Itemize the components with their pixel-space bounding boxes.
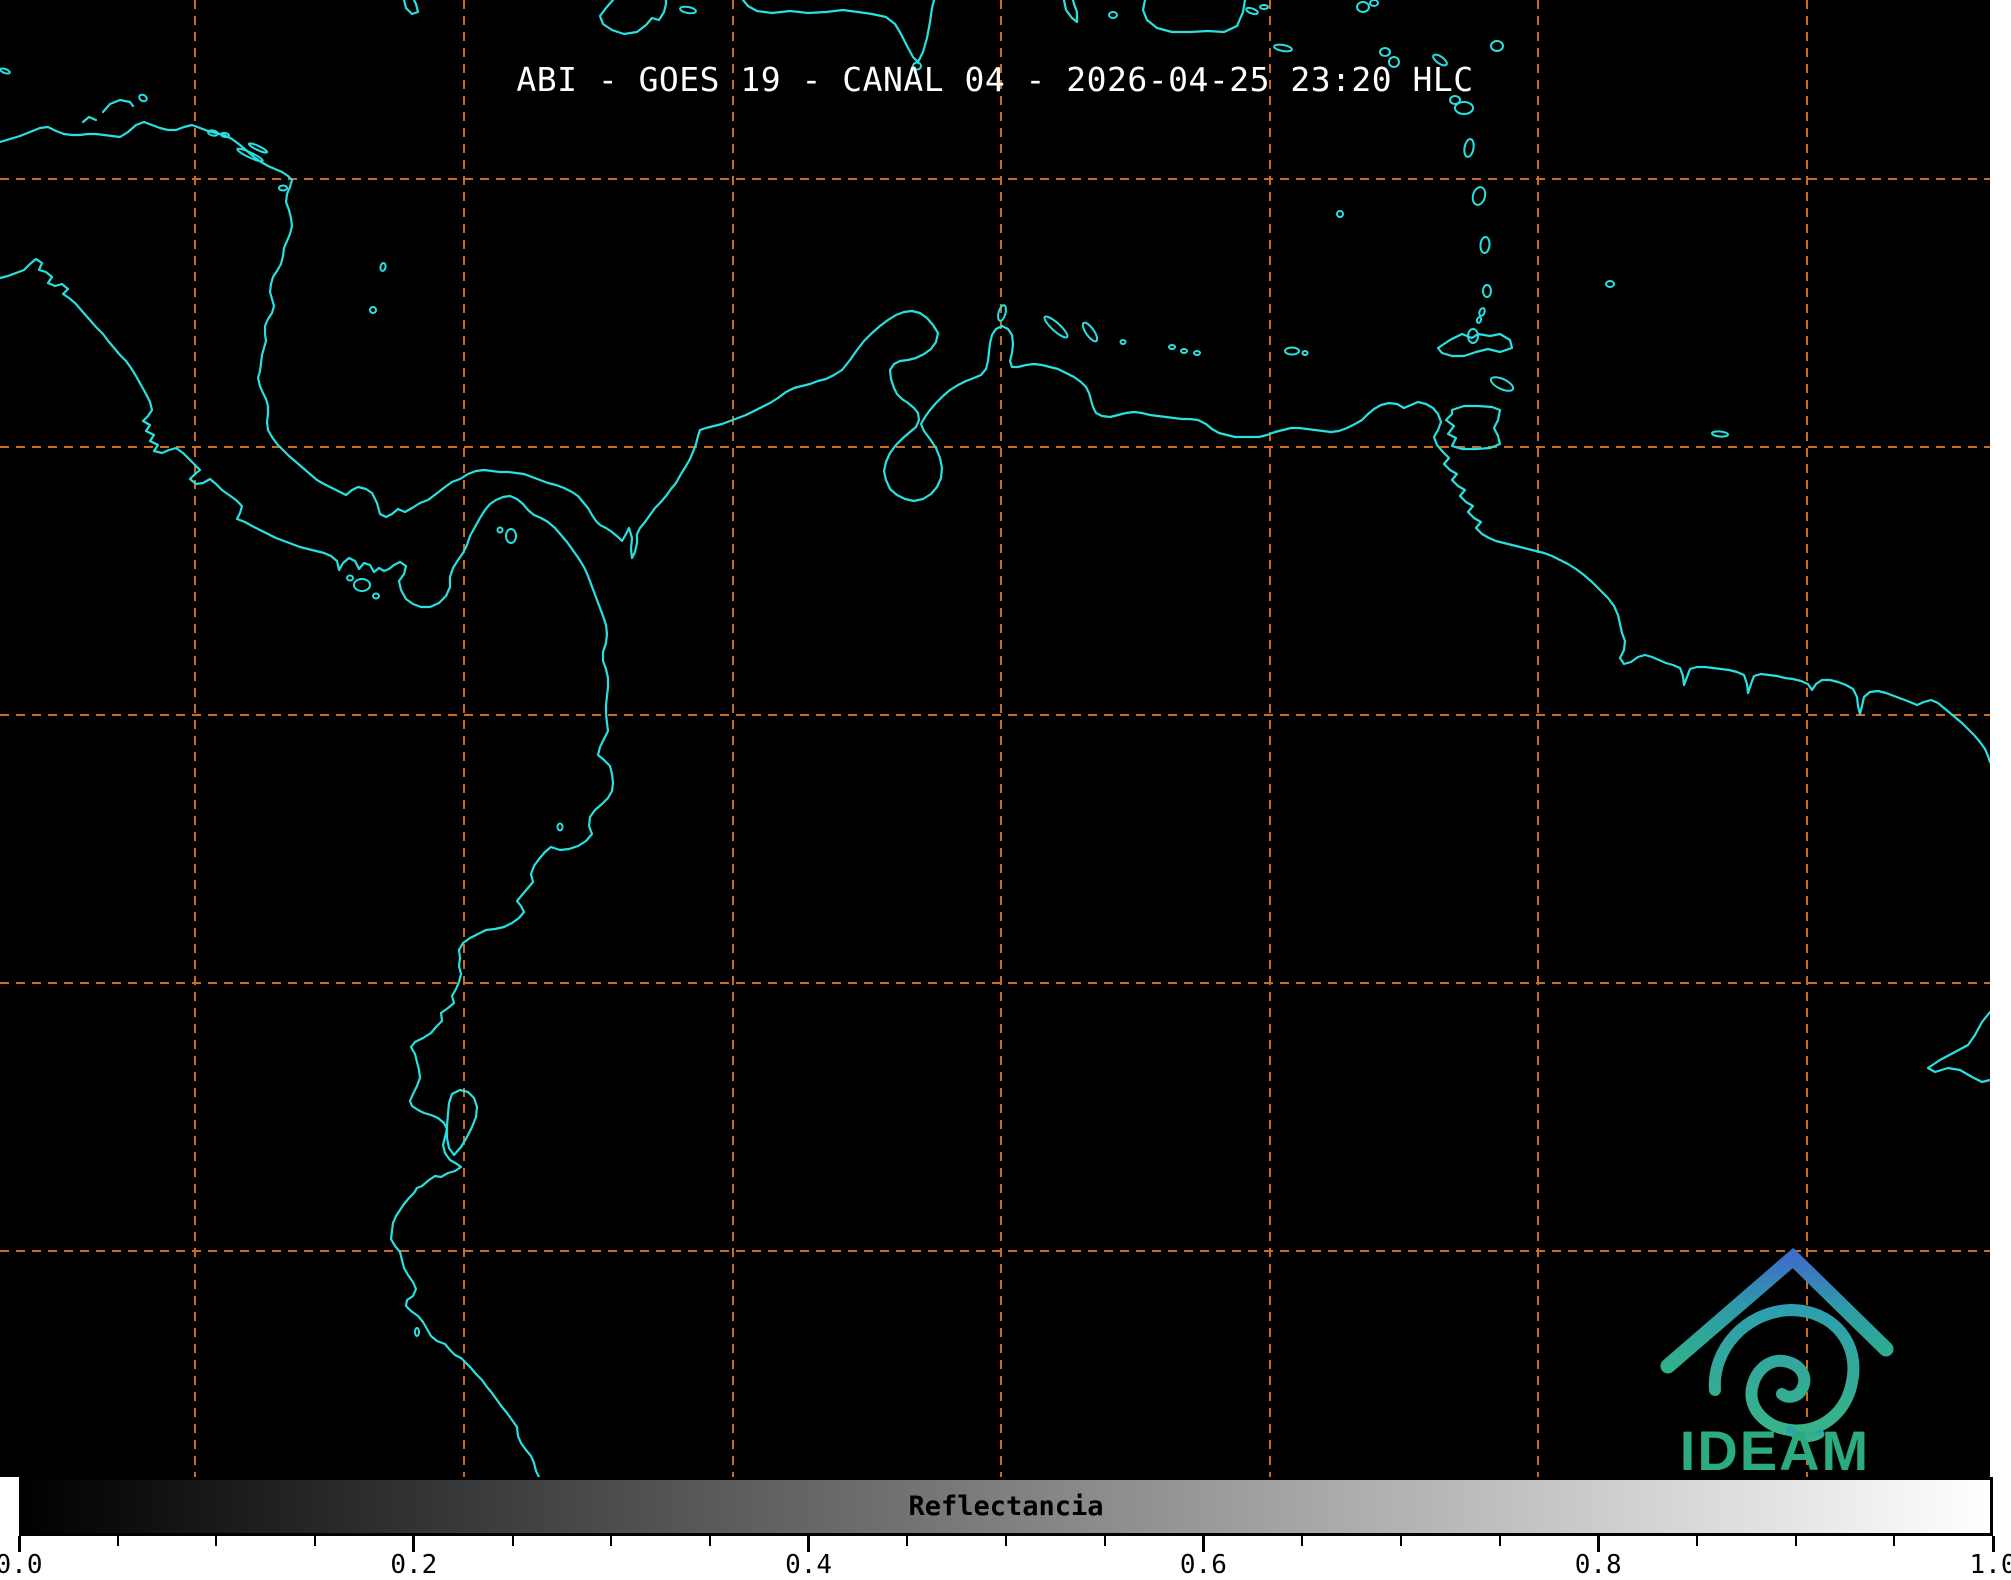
colorbar-tick-label: 0.8 xyxy=(1575,1550,1622,1580)
reflectance-colorbar: Reflectancia xyxy=(19,1477,1993,1536)
ideam-logo: IDEAM xyxy=(1640,1240,1920,1477)
colorbar-axis: 0.00.20.40.60.81.0 xyxy=(19,1536,1993,1577)
colorbar-minor-tick xyxy=(610,1536,612,1546)
colorbar-minor-tick xyxy=(1005,1536,1007,1546)
colorbar-minor-tick xyxy=(1499,1536,1501,1546)
colorbar-tick-label: 0.6 xyxy=(1180,1550,1227,1580)
colorbar-minor-tick xyxy=(117,1536,119,1546)
colorbar-tick-label: 0.2 xyxy=(390,1550,437,1580)
colorbar-tick-label: 0.4 xyxy=(785,1550,832,1580)
colorbar-tick-label: 0.0 xyxy=(0,1550,42,1580)
colorbar-minor-tick xyxy=(512,1536,514,1546)
colorbar-minor-tick xyxy=(1104,1536,1106,1546)
colorbar-label: Reflectancia xyxy=(22,1480,1990,1533)
colorbar-minor-tick xyxy=(215,1536,217,1546)
islands xyxy=(0,0,1728,1336)
map-title: ABI - GOES 19 - CANAL 04 - 2026-04-25 23… xyxy=(0,60,1990,99)
figure-root: { "title": {"text": "ABI - GOES 19 - CAN… xyxy=(0,0,2011,1577)
colorbar-minor-tick xyxy=(1893,1536,1895,1546)
colorbar-minor-tick xyxy=(1301,1536,1303,1546)
satellite-map: ABI - GOES 19 - CANAL 04 - 2026-04-25 23… xyxy=(0,0,1990,1477)
colorbar-minor-tick xyxy=(906,1536,908,1546)
colorbar-minor-tick xyxy=(1400,1536,1402,1546)
colorbar-minor-tick xyxy=(1795,1536,1797,1546)
colorbar-tick-label: 1.0 xyxy=(1970,1550,2011,1580)
colorbar-minor-tick xyxy=(709,1536,711,1546)
ideam-logo-text: IDEAM xyxy=(1640,1418,1910,1477)
colorbar-minor-tick xyxy=(314,1536,316,1546)
colorbar-minor-tick xyxy=(1696,1536,1698,1546)
